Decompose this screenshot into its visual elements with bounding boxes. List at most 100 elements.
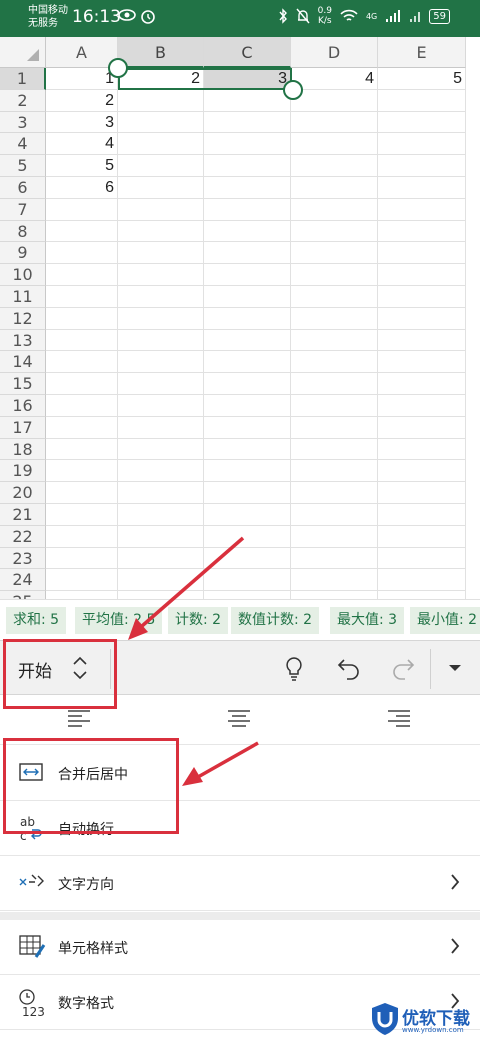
cell-e23[interactable]	[378, 547, 466, 570]
cell-b14[interactable]	[118, 351, 204, 374]
cell-c17[interactable]	[204, 416, 291, 439]
cell-b4[interactable]	[118, 133, 204, 156]
cell-e21[interactable]	[378, 504, 466, 526]
cell-d20[interactable]	[291, 482, 378, 504]
row-header[interactable]: 13	[0, 329, 46, 352]
cell-a2[interactable]: 2	[46, 89, 118, 112]
row-header[interactable]: 5	[0, 155, 46, 177]
row-header[interactable]: 15	[0, 373, 46, 395]
cell-c11[interactable]	[204, 286, 291, 308]
merge-center-item[interactable]: 合并后居中	[0, 746, 480, 801]
cell-a24[interactable]	[46, 569, 118, 592]
row-header[interactable]: 16	[0, 395, 46, 417]
text-direction-item[interactable]: 文字方向	[0, 856, 480, 911]
cell-a8[interactable]	[46, 220, 118, 243]
row-header[interactable]: 20	[0, 482, 46, 504]
cell-b3[interactable]	[118, 111, 204, 134]
cell-e17[interactable]	[378, 416, 466, 439]
cell-a22[interactable]	[46, 525, 118, 548]
cell-d3[interactable]	[291, 111, 378, 134]
cell-b1[interactable]: 2	[118, 68, 204, 90]
row-header[interactable]: 3	[0, 111, 46, 134]
cell-d6[interactable]	[291, 177, 378, 199]
cell-a4[interactable]: 4	[46, 133, 118, 156]
cell-b13[interactable]	[118, 329, 204, 352]
cell-e8[interactable]	[378, 220, 466, 243]
cell-c14[interactable]	[204, 351, 291, 374]
row-header[interactable]: 8	[0, 220, 46, 243]
cell-a9[interactable]	[46, 242, 118, 265]
cell-c2[interactable]	[204, 89, 291, 112]
cell-a17[interactable]	[46, 416, 118, 439]
row-header[interactable]: 23	[0, 547, 46, 570]
cell-a3[interactable]: 3	[46, 111, 118, 134]
cell-d14[interactable]	[291, 351, 378, 374]
cell-a25[interactable]	[46, 591, 118, 599]
selection-start-handle[interactable]	[108, 58, 128, 78]
cell-c9[interactable]	[204, 242, 291, 265]
cell-a5[interactable]: 5	[46, 155, 118, 177]
row-header[interactable]: 12	[0, 307, 46, 330]
cell-d11[interactable]	[291, 286, 378, 308]
cell-e15[interactable]	[378, 373, 466, 395]
cell-a16[interactable]	[46, 395, 118, 417]
cell-d4[interactable]	[291, 133, 378, 156]
row-header[interactable]: 4	[0, 133, 46, 156]
cell-c18[interactable]	[204, 438, 291, 461]
row-header[interactable]: 10	[0, 264, 46, 286]
row-header[interactable]: 24	[0, 569, 46, 592]
cell-d5[interactable]	[291, 155, 378, 177]
cell-d16[interactable]	[291, 395, 378, 417]
cell-d1[interactable]: 4	[291, 68, 378, 90]
spreadsheet-grid[interactable]: ABCDE 1 1 2 3 4 5 2 2 3 3 4 4 5 5 6 6 7 8 9 10 11 12 13 14 15 16 1…	[0, 37, 480, 599]
cell-e11[interactable]	[378, 286, 466, 308]
cell-c10[interactable]	[204, 264, 291, 286]
lightbulb-icon[interactable]	[284, 656, 304, 682]
cell-e7[interactable]	[378, 198, 466, 221]
column-header-a[interactable]: A	[46, 37, 118, 68]
column-header-e[interactable]: E	[378, 37, 466, 68]
cell-e1[interactable]: 5	[378, 68, 466, 90]
tab-switch-chevron-icon[interactable]	[72, 654, 88, 682]
row-header[interactable]: 1	[0, 68, 46, 90]
cell-d22[interactable]	[291, 525, 378, 548]
row-header[interactable]: 22	[0, 525, 46, 548]
cell-d23[interactable]	[291, 547, 378, 570]
selection-end-handle[interactable]	[283, 80, 303, 100]
cell-e12[interactable]	[378, 307, 466, 330]
select-all-corner[interactable]	[0, 37, 46, 68]
cell-c24[interactable]	[204, 569, 291, 592]
cell-d7[interactable]	[291, 198, 378, 221]
row-header[interactable]: 21	[0, 504, 46, 526]
cell-e2[interactable]	[378, 89, 466, 112]
cell-e24[interactable]	[378, 569, 466, 592]
cell-e6[interactable]	[378, 177, 466, 199]
cell-d9[interactable]	[291, 242, 378, 265]
cell-b24[interactable]	[118, 569, 204, 592]
row-header[interactable]: 19	[0, 460, 46, 483]
cell-c25[interactable]	[204, 591, 291, 599]
cell-b11[interactable]	[118, 286, 204, 308]
cell-e13[interactable]	[378, 329, 466, 352]
cell-c16[interactable]	[204, 395, 291, 417]
cell-c5[interactable]	[204, 155, 291, 177]
row-header[interactable]: 7	[0, 198, 46, 221]
row-header[interactable]: 18	[0, 438, 46, 461]
cell-a23[interactable]	[46, 547, 118, 570]
cell-e19[interactable]	[378, 460, 466, 483]
row-header[interactable]: 2	[0, 89, 46, 112]
cell-d8[interactable]	[291, 220, 378, 243]
cell-d24[interactable]	[291, 569, 378, 592]
cell-b20[interactable]	[118, 482, 204, 504]
align-center-icon[interactable]	[226, 708, 252, 730]
cell-e20[interactable]	[378, 482, 466, 504]
cell-d12[interactable]	[291, 307, 378, 330]
cell-c7[interactable]	[204, 198, 291, 221]
cell-d18[interactable]	[291, 438, 378, 461]
cell-b23[interactable]	[118, 547, 204, 570]
cell-c19[interactable]	[204, 460, 291, 483]
cell-e14[interactable]	[378, 351, 466, 374]
cell-a10[interactable]	[46, 264, 118, 286]
cell-b8[interactable]	[118, 220, 204, 243]
cell-b7[interactable]	[118, 198, 204, 221]
